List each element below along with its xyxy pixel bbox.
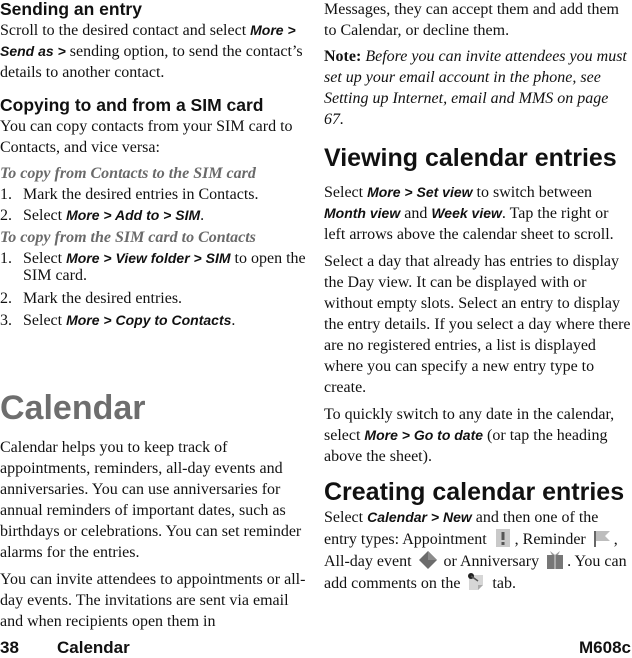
step-text: Mark the desired entries in Contacts. (23, 186, 259, 203)
steps-sim-to-contacts: 1. Select More > View folder > SIM to ope… (0, 248, 308, 331)
view-paragraph-1: Select More > Set view to switch between… (324, 182, 632, 245)
text: or Anniversary (439, 553, 544, 570)
list-item: 2. Mark the desired entries. (0, 288, 308, 309)
menu-path: Month view (324, 205, 401, 221)
calendar-invite-paragraph: You can invite attendees to appointments… (0, 571, 306, 630)
text: and (400, 205, 432, 222)
subheading-contacts-to-sim: To copy from Contacts to the SIM card (0, 165, 256, 182)
text: Scroll to the desired contact and select (0, 22, 251, 39)
menu-path: More > Copy to Contacts (66, 312, 232, 328)
list-item: 1. Select More > View folder > SIM to ope… (0, 248, 308, 286)
step-text: Mark the desired entries. (23, 290, 183, 307)
list-item: 2. Select More > Add to > SIM. (0, 205, 308, 226)
step-text: . (231, 312, 236, 329)
chapter-title: Calendar (0, 389, 146, 427)
anniversary-gift-icon (547, 551, 564, 569)
note-paragraph: Note: Before you can invite attendees yo… (324, 46, 632, 130)
step-number: 2. (0, 290, 12, 307)
menu-path: Week view (431, 205, 502, 221)
step-number: 1. (0, 186, 12, 203)
subheading-sim-to-contacts: To copy from the SIM card to Contacts (0, 229, 256, 246)
step-number: 1. (0, 250, 12, 267)
heading-viewing-entries: Viewing calendar entries (324, 144, 617, 172)
note-label: Note: (324, 48, 362, 65)
calendar-intro-paragraph: Calendar helps you to keep track of appo… (0, 439, 302, 561)
menu-path: More > View folder > SIM (66, 250, 231, 266)
all-day-event-diamond-icon (418, 551, 437, 569)
create-paragraph: Select Calendar > New and then one of th… (324, 507, 632, 594)
heading-copying-sim: Copying to and from a SIM card (0, 95, 264, 115)
menu-path: Calendar > New (367, 509, 472, 525)
view-paragraph-2: Select a day that already has entries to… (324, 253, 631, 396)
text: , Reminder (514, 531, 590, 548)
heading-creating-entries: Creating calendar entries (324, 478, 625, 506)
step-number: 2. (0, 207, 12, 224)
step-text: Select (23, 250, 67, 267)
right-column: Messages, they can accept them and add t… (324, 0, 632, 594)
messages-continuation-paragraph: Messages, they can accept them and add t… (324, 1, 619, 39)
text: Select (324, 184, 368, 201)
heading-sending-entry: Sending an entry (0, 0, 142, 19)
step-number: 3. (0, 312, 12, 329)
menu-path: More > Set view (367, 184, 473, 200)
page-footer: 38 Calendar M608c (0, 637, 632, 657)
text: Select (324, 509, 368, 526)
text: to switch between (472, 184, 593, 201)
text: tab. (488, 575, 516, 592)
left-column: Sending an entry Scroll to the desired c… (0, 0, 308, 632)
comments-note-icon (468, 573, 484, 590)
steps-contacts-to-sim: 1. Mark the desired entries in Contacts. … (0, 184, 308, 226)
step-text: Select (23, 312, 67, 329)
step-text: . (200, 207, 205, 224)
note-text: Before you can invite attendees you must… (324, 48, 627, 128)
sending-paragraph: Scroll to the desired contact and select… (0, 20, 308, 83)
step-text: Select (23, 207, 67, 224)
reminder-flag-icon (593, 531, 610, 547)
view-paragraph-3: To quickly switch to any date in the cal… (324, 404, 632, 467)
menu-path: More > Add to > SIM (66, 207, 201, 223)
list-item: 3. Select More > Copy to Contacts. (0, 310, 308, 331)
list-item: 1. Mark the desired entries in Contacts. (0, 184, 308, 205)
appointment-icon (495, 529, 510, 547)
copying-paragraph: You can copy contacts from your SIM card… (0, 118, 293, 156)
menu-path: More > Go to date (364, 427, 484, 443)
